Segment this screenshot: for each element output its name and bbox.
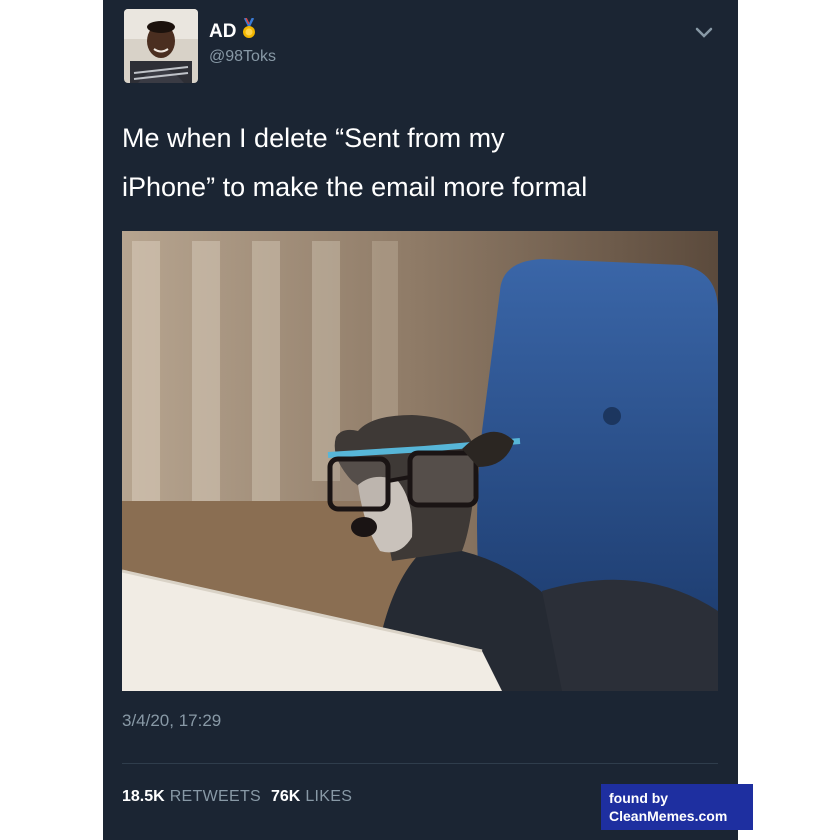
avatar[interactable]: [124, 9, 198, 83]
medal-icon: [242, 17, 256, 45]
likes-count: 76K: [271, 788, 301, 805]
retweets-count: 18.5K: [122, 788, 165, 805]
avatar-image: [124, 9, 198, 83]
dog-photo: [122, 231, 718, 691]
watermark-line: found by: [609, 790, 669, 806]
tweet-card: AD @98Toks Me when I delete “Sent from m…: [103, 0, 738, 840]
retweets-stat[interactable]: 18.5K RETWEETS: [122, 788, 261, 806]
watermark-site: CleanMemes.com: [609, 808, 728, 824]
author-handle[interactable]: @98Toks: [209, 48, 276, 66]
tweet-timestamp[interactable]: 3/4/20, 17:29: [122, 711, 221, 731]
watermark-badge: found by CleanMemes.com: [601, 784, 753, 830]
tweet-stats: 18.5K RETWEETS 76K LIKES: [122, 788, 352, 806]
author-name-row: AD: [209, 17, 256, 45]
divider: [122, 763, 718, 764]
tweet-photo[interactable]: [122, 231, 718, 691]
tweet-text-line: iPhone” to make the email more formal: [122, 172, 588, 202]
likes-label: LIKES: [305, 788, 353, 805]
likes-stat[interactable]: 76K LIKES: [271, 788, 352, 806]
tweet-text-line: Me when I delete “Sent from my: [122, 123, 505, 153]
tweet-text: Me when I delete “Sent from my iPhone” t…: [122, 114, 722, 212]
chevron-down-icon[interactable]: [693, 24, 715, 40]
author-name[interactable]: AD: [209, 21, 236, 43]
retweets-label: RETWEETS: [169, 788, 261, 805]
